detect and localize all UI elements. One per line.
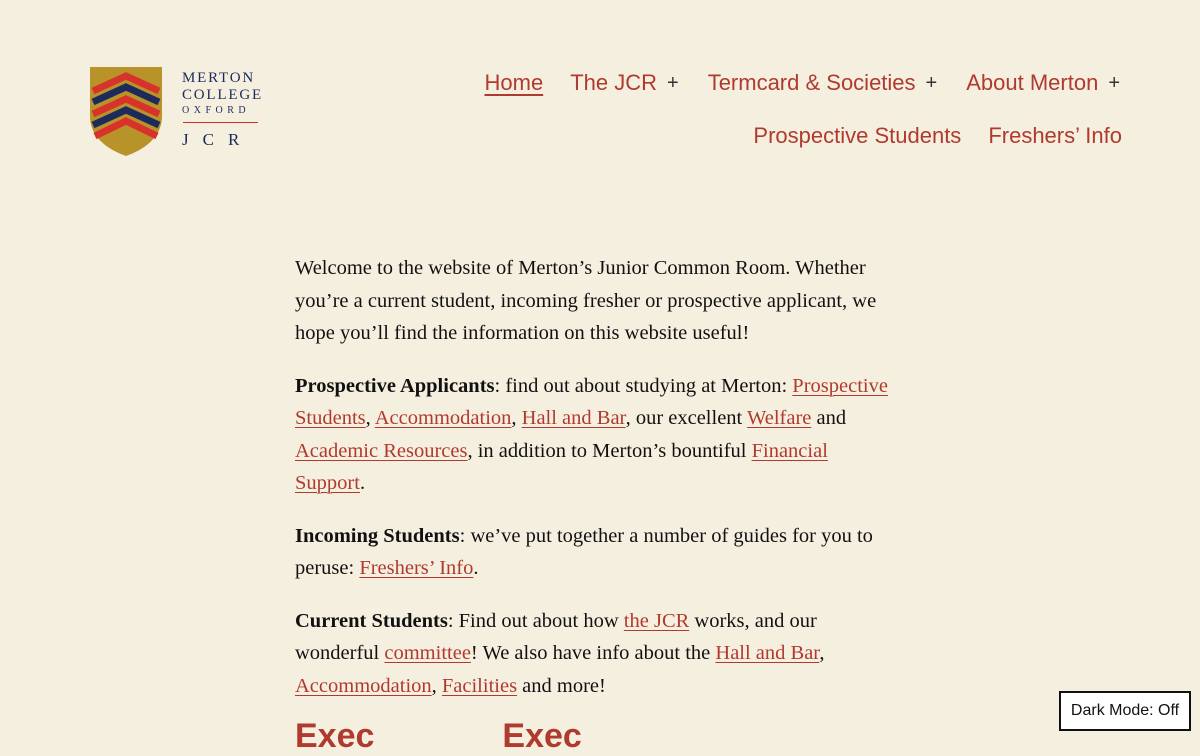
applicants-label: Prospective Applicants [295, 374, 495, 397]
link-facilities[interactable]: Facilities [442, 675, 517, 697]
logo-divider [183, 122, 258, 123]
merton-crest-icon [90, 67, 162, 156]
nav-item-label: Prospective Students [753, 123, 962, 148]
nav-item-label: Freshers’ Info [988, 123, 1122, 148]
exec-headings: Exec Exec [295, 716, 582, 756]
main-navigation: Home The JCR + Termcard & Societies + Ab… [422, 64, 1122, 155]
logo-college: COLLEGE [182, 87, 263, 103]
text-fragment: , our excellent [625, 407, 748, 429]
link-hall-and-bar[interactable]: Hall and Bar [715, 642, 819, 664]
exec-heading: Exec [295, 717, 375, 755]
text-fragment: , [511, 407, 522, 429]
logo-wordmark: MERTON COLLEGE OXFORD JCR [182, 69, 262, 150]
logo-jcr: JCR [182, 130, 254, 149]
expand-plus-icon[interactable]: + [1108, 72, 1120, 95]
text-fragment: , [819, 642, 825, 664]
nav-item-termcard-societies[interactable]: Termcard & Societies + [708, 70, 940, 96]
site-logo[interactable]: MERTON COLLEGE OXFORD JCR [89, 66, 264, 161]
link-freshers-info[interactable]: Freshers’ Info [359, 557, 473, 579]
exec-heading: Exec [502, 717, 582, 755]
main-content: Welcome to the website of Merton’s Junio… [295, 252, 895, 722]
link-the-jcr[interactable]: the JCR [624, 610, 690, 632]
text-fragment: : Find out about how [447, 609, 624, 632]
dark-mode-toggle[interactable]: Dark Mode: Off [1059, 691, 1191, 731]
incoming-label: Incoming Students [295, 524, 460, 547]
text-fragment: and more! [517, 674, 606, 697]
link-academic-resources[interactable]: Academic Resources [295, 440, 467, 462]
text-fragment: and [811, 407, 847, 429]
text-fragment: . [359, 472, 366, 494]
text-fragment: ! We also have info about the [470, 642, 716, 664]
logo-merton: MERTON [182, 70, 255, 86]
nav-item-label: The JCR [570, 70, 657, 95]
link-accommodation[interactable]: Accommodation [295, 675, 432, 697]
text-fragment: , [431, 674, 442, 697]
nav-item-about-merton[interactable]: About Merton + [966, 70, 1122, 96]
nav-item-prospective-students[interactable]: Prospective Students [753, 123, 961, 149]
link-accommodation[interactable]: Accommodation [375, 407, 512, 429]
incoming-paragraph: Incoming Students: we’ve put together a … [295, 520, 895, 585]
nav-item-home[interactable]: Home [485, 70, 544, 96]
nav-row-2: Prospective Students Freshers’ Info [422, 117, 1122, 155]
text-fragment: : find out about studying at Merton: [494, 374, 793, 397]
text-fragment: . [473, 557, 479, 579]
nav-item-the-jcr[interactable]: The JCR + [570, 70, 680, 96]
nav-item-freshers-info[interactable]: Freshers’ Info [988, 123, 1122, 149]
current-label: Current Students [295, 609, 448, 632]
expand-plus-icon[interactable]: + [926, 72, 938, 95]
intro-text: Welcome to the website of Merton’s Junio… [295, 257, 877, 344]
link-hall-and-bar[interactable]: Hall and Bar [522, 407, 626, 429]
nav-row-1: Home The JCR + Termcard & Societies + Ab… [422, 64, 1122, 102]
nav-item-label: About Merton [966, 70, 1099, 95]
text-fragment: , [365, 407, 375, 429]
logo-oxford: OXFORD [182, 105, 251, 116]
link-committee[interactable]: committee [384, 642, 471, 664]
link-welfare[interactable]: Welfare [747, 407, 811, 429]
nav-item-label: Home [484, 70, 544, 95]
current-paragraph: Current Students: Find out about how the… [295, 605, 895, 703]
applicants-paragraph: Prospective Applicants: find out about s… [295, 370, 895, 500]
expand-plus-icon[interactable]: + [667, 72, 679, 95]
text-fragment: , in addition to Merton’s bountiful [467, 439, 752, 462]
nav-item-label: Termcard & Societies [707, 70, 916, 95]
intro-paragraph: Welcome to the website of Merton’s Junio… [295, 252, 895, 350]
